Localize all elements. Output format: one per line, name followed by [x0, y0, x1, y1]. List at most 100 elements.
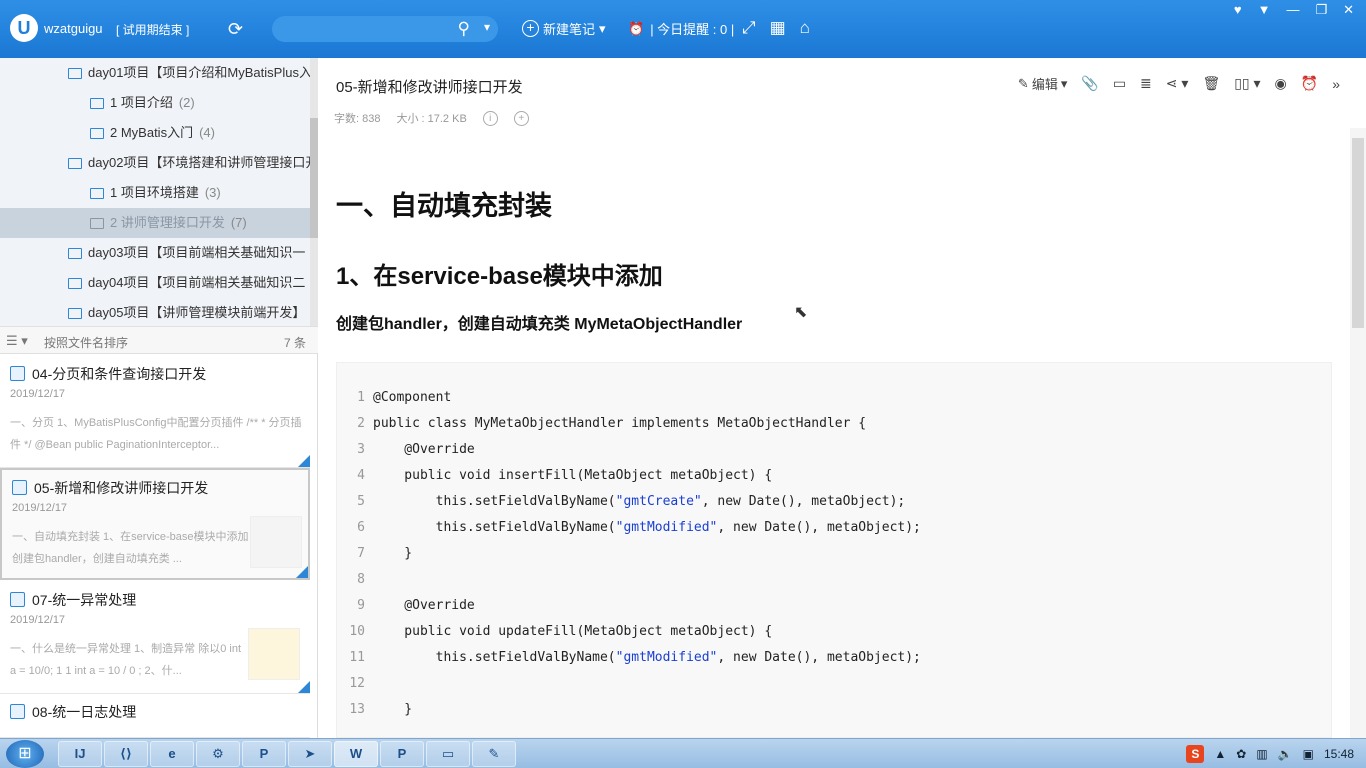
taskbar-app-word[interactable]: W	[334, 741, 378, 767]
expand-icon[interactable]: ⤢	[742, 18, 756, 38]
note-title: 08-统一日志处理	[32, 704, 137, 720]
trial-status[interactable]: [ 试用期结束 ]	[116, 21, 189, 38]
code-line: 6 this.setFieldValByName("gmtModified", …	[357, 520, 921, 535]
code-line: 13 }	[349, 702, 413, 717]
plus-icon: +	[522, 20, 539, 37]
taskbar-app-browser[interactable]: e	[150, 741, 194, 767]
note-snippet: 一、分页 1、MyBatisPlusConfig中配置分页插件 /** * 分页…	[10, 417, 302, 451]
skin-icon[interactable]: ♥	[1234, 2, 1242, 18]
tree-item[interactable]: day02项目【环境搭建和讲师管理接口开	[68, 148, 310, 178]
tree-item[interactable]: 1 项目环境搭建 (3)	[90, 178, 221, 208]
username[interactable]: wzatguigu	[44, 21, 103, 36]
taskbar-app-paint[interactable]: ✎	[472, 741, 516, 767]
tree-item[interactable]: day05项目【讲师管理模块前端开发】	[68, 298, 305, 326]
mouse-cursor-icon: ⬉	[794, 304, 808, 321]
taskbar-app-vscode[interactable]: ⟨⟩	[104, 741, 148, 767]
taskbar-app-arrow[interactable]: ➤	[288, 741, 332, 767]
home-icon[interactable]: ⌂	[800, 18, 810, 38]
tree-item[interactable]: 1 项目介绍 (2)	[90, 88, 195, 118]
attachment-icon[interactable]: 📎	[1081, 75, 1098, 92]
app-topbar: U wzatguigu [ 试用期结束 ] ⟳ ⚲ ▾ + 新建笔记 ▾ ⏰ |…	[0, 0, 1366, 58]
chevron-down-icon[interactable]: ▾	[484, 20, 490, 34]
sidebar: day01项目【项目介绍和MyBatisPlus入 1 项目介绍 (2) 2 My…	[0, 58, 318, 738]
tree-scrollbar-thumb[interactable]	[310, 118, 318, 238]
note-icon	[10, 366, 25, 381]
taskbar-app-explorer[interactable]: ▭	[426, 741, 470, 767]
editor-scrollbar-thumb[interactable]	[1352, 138, 1364, 328]
note-icon	[10, 704, 25, 719]
note-card[interactable]: 04-分页和条件查询接口开发 2019/12/17 一、分页 1、MyBatis…	[0, 356, 310, 468]
sort-dropdown[interactable]: 按照文件名排序	[44, 334, 128, 351]
page-title[interactable]: 05-新增和修改讲师接口开发	[336, 76, 523, 97]
edit-button[interactable]: ✎ 编辑 ▾	[1018, 74, 1067, 93]
taskbar-app-network[interactable]: ⚙	[196, 741, 240, 767]
code-line: 4 public void insertFill(MetaObject meta…	[357, 468, 773, 483]
note-title: 04-分页和条件查询接口开发	[32, 366, 207, 382]
ime-icon[interactable]: S	[1186, 745, 1205, 763]
tree-item-selected[interactable]: 2 讲师管理接口开发 (7)	[0, 208, 310, 238]
shared-mark-icon	[296, 566, 308, 578]
topbar-icons: ⤢ ▦ ⌂	[742, 18, 810, 38]
note-title: 07-统一异常处理	[32, 592, 137, 608]
info-icon[interactable]: i	[482, 110, 498, 126]
heading-3: 创建包handler，创建自动填充类 MyMetaObjectHandler	[336, 316, 743, 333]
window-controls: ♥ ▼ — ❐ ✕	[1234, 2, 1354, 18]
tree-item[interactable]: day04项目【项目前端相关基础知识二	[68, 268, 305, 298]
tray-expand-icon[interactable]: ▲	[1214, 747, 1226, 761]
add-tag-icon[interactable]: +	[513, 110, 529, 126]
weibo-icon[interactable]: ◉	[1275, 75, 1287, 92]
minimize-icon[interactable]: —	[1286, 2, 1299, 18]
comment-icon[interactable]: ▭	[1113, 75, 1126, 92]
folder-icon	[68, 277, 82, 289]
search-icon[interactable]: ⚲	[458, 19, 470, 39]
tray-misc-icon[interactable]: ▣	[1303, 747, 1314, 761]
search-box[interactable]: ⚲ ▾	[272, 16, 498, 42]
taskbar-app-p[interactable]: P	[242, 741, 286, 767]
grid-icon[interactable]: ▦	[770, 18, 786, 38]
note-card-active[interactable]: 05-新增和修改讲师接口开发 2019/12/17 一、自动填充封装 1、在se…	[0, 468, 310, 580]
note-toolbar: ✎ 编辑 ▾ 📎 ▭ ≣ ⋖ ▾ 🗑 ▯▯ ▾ ◉ ⏰ »	[1018, 74, 1340, 93]
list-view-icon[interactable]: ☰ ▾	[6, 333, 28, 349]
alarm-icon[interactable]: ⏰	[1301, 75, 1318, 92]
word-count: 字数: 838	[334, 113, 381, 125]
folder-icon	[68, 247, 82, 259]
menu-icon[interactable]: ▼	[1258, 2, 1271, 18]
taskbar-app-p2[interactable]: P	[380, 741, 424, 767]
code-line: 1 @Component	[357, 390, 452, 405]
note-date: 2019/12/17	[10, 614, 66, 626]
close-icon[interactable]: ✕	[1343, 2, 1354, 18]
taskbar-app-intellij[interactable]: IJ	[58, 741, 102, 767]
share-icon[interactable]: ⋖ ▾	[1166, 75, 1189, 92]
note-date: 2019/12/17	[10, 388, 66, 400]
code-line: 10 public void updateFill(MetaObject met…	[349, 624, 773, 639]
clock[interactable]: 15:48	[1324, 747, 1354, 761]
code-block[interactable]: 1 @Component 2 public class MyMetaObjectHa…	[336, 362, 1332, 738]
volume-icon[interactable]: 🔈	[1278, 747, 1293, 761]
file-size: 大小 : 17.2 KB	[396, 113, 467, 125]
tree-item[interactable]: 2 MyBatis入门 (4)	[90, 118, 215, 148]
app-logo: U	[10, 14, 38, 42]
start-button[interactable]: ⊞	[6, 740, 44, 768]
new-note-button[interactable]: + 新建笔记 ▾	[522, 19, 606, 38]
maximize-icon[interactable]: ❐	[1315, 2, 1327, 18]
tree-item[interactable]: day03项目【项目前端相关基础知识一	[68, 238, 305, 268]
network-icon[interactable]: ▥	[1256, 747, 1267, 761]
delete-icon[interactable]: 🗑	[1202, 75, 1220, 92]
folder-icon	[90, 187, 104, 199]
notebook-tree: day01项目【项目介绍和MyBatisPlus入 1 项目介绍 (2) 2 My…	[0, 58, 310, 326]
tree-item[interactable]: day01项目【项目介绍和MyBatisPlus入	[68, 58, 310, 88]
note-card[interactable]: 08-统一日志处理	[0, 694, 310, 738]
reminder-button[interactable]: ⏰ | 今日提醒 : 0 |	[628, 19, 734, 38]
alarm-icon: ⏰	[628, 20, 645, 36]
edit-label: 编辑	[1031, 77, 1058, 92]
tray-app-icon[interactable]: ✿	[1236, 747, 1246, 761]
code-line: 5 this.setFieldValByName("gmtCreate", ne…	[357, 494, 906, 509]
sync-icon[interactable]: ⟳	[228, 19, 243, 40]
more-icon[interactable]: »	[1332, 76, 1340, 92]
folder-icon	[90, 127, 104, 139]
history-icon[interactable]: ≣	[1140, 75, 1152, 92]
folder-icon	[90, 97, 104, 109]
folder-icon	[68, 67, 82, 79]
note-card[interactable]: 07-统一异常处理 2019/12/17 一、什么是统一异常处理 1、制造异常 …	[0, 582, 310, 694]
read-mode-icon[interactable]: ▯▯ ▾	[1234, 75, 1260, 92]
